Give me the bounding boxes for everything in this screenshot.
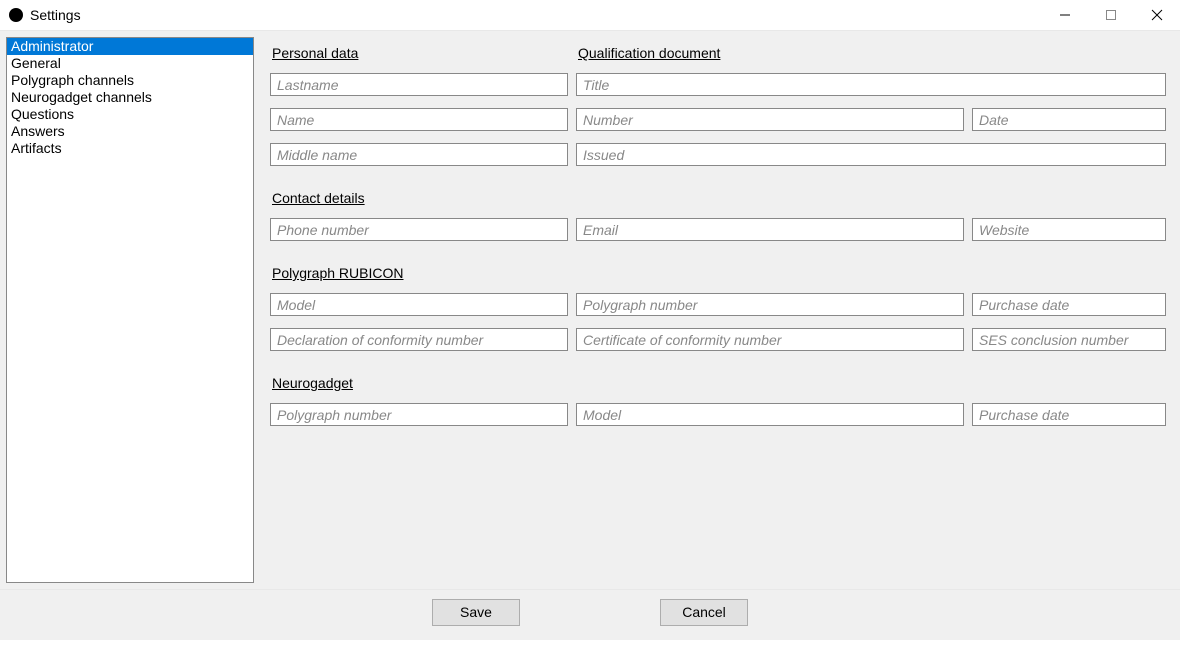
section-qualification: Qualification document (576, 45, 722, 61)
cancel-button[interactable]: Cancel (660, 599, 748, 626)
qualification-number-input[interactable] (576, 108, 964, 131)
maximize-icon (1105, 9, 1117, 21)
lastname-input[interactable] (270, 73, 568, 96)
section-neurogadget: Neurogadget (270, 375, 355, 391)
main-panel: Administrator General Polygraph channels… (0, 30, 1180, 590)
rubicon-model-input[interactable] (270, 293, 568, 316)
sidebar: Administrator General Polygraph channels… (6, 37, 254, 583)
section-personal-data: Personal data (270, 45, 360, 61)
middle-name-input[interactable] (270, 143, 568, 166)
qualification-title-input[interactable] (576, 73, 1166, 96)
sidebar-item-answers[interactable]: Answers (7, 123, 253, 140)
close-button[interactable] (1134, 0, 1180, 30)
rubicon-purchase-date-input[interactable] (972, 293, 1166, 316)
maximize-button[interactable] (1088, 0, 1134, 30)
email-input[interactable] (576, 218, 964, 241)
name-input[interactable] (270, 108, 568, 131)
sidebar-item-polygraph-channels[interactable]: Polygraph channels (7, 72, 253, 89)
sidebar-item-neurogadget-channels[interactable]: Neurogadget channels (7, 89, 253, 106)
phone-input[interactable] (270, 218, 568, 241)
rubicon-declaration-input[interactable] (270, 328, 568, 351)
button-bar: Save Cancel (0, 590, 1180, 640)
qualification-date-input[interactable] (972, 108, 1166, 131)
sidebar-item-questions[interactable]: Questions (7, 106, 253, 123)
close-icon (1151, 9, 1163, 21)
neuro-polygraph-number-input[interactable] (270, 403, 568, 426)
titlebar: Settings (0, 0, 1180, 30)
qualification-issued-input[interactable] (576, 143, 1166, 166)
minimize-button[interactable] (1042, 0, 1088, 30)
website-input[interactable] (972, 218, 1166, 241)
window-title: Settings (30, 7, 81, 23)
sidebar-item-general[interactable]: General (7, 55, 253, 72)
rubicon-certificate-input[interactable] (576, 328, 964, 351)
neuro-purchase-date-input[interactable] (972, 403, 1166, 426)
section-contact: Contact details (270, 190, 367, 206)
sidebar-item-artifacts[interactable]: Artifacts (7, 140, 253, 157)
content: Personal data Qualification document Con… (254, 37, 1178, 583)
rubicon-ses-input[interactable] (972, 328, 1166, 351)
save-button[interactable]: Save (432, 599, 520, 626)
sidebar-item-administrator[interactable]: Administrator (7, 38, 253, 55)
rubicon-polygraph-number-input[interactable] (576, 293, 964, 316)
section-rubicon: Polygraph RUBICON (270, 265, 406, 281)
neuro-model-input[interactable] (576, 403, 964, 426)
app-icon (8, 7, 24, 23)
minimize-icon (1059, 9, 1071, 21)
